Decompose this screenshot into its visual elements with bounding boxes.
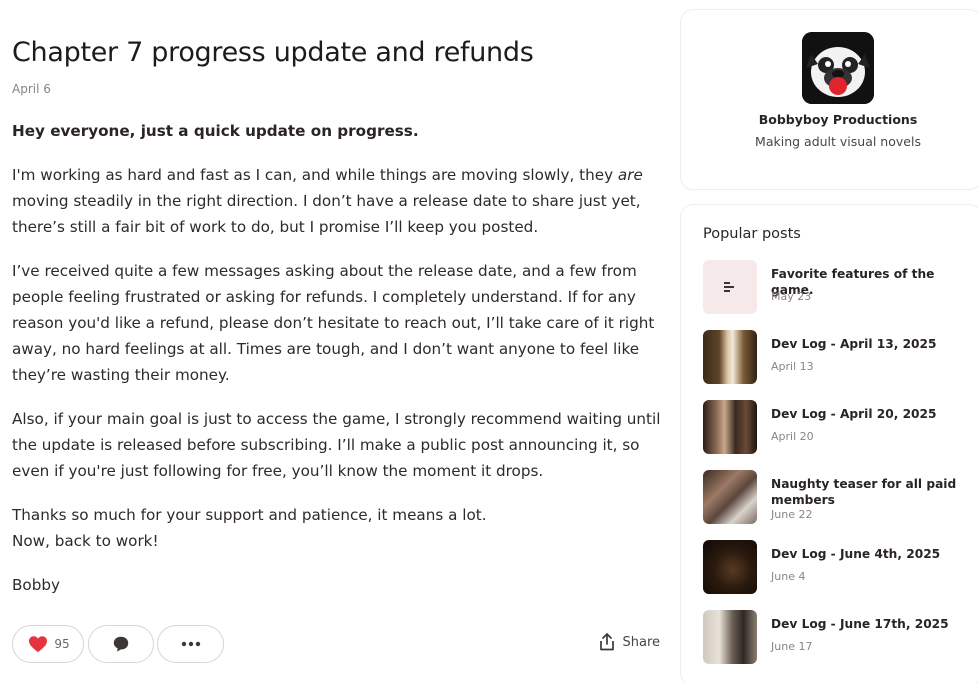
creator-tagline: Making adult visual novels — [755, 134, 921, 149]
popular-post-title: Naughty teaser for all paid members — [771, 477, 957, 507]
post-thumbnail-image — [703, 400, 757, 454]
popular-post-date: June 17 — [771, 640, 813, 653]
post-thumbnail-image — [703, 330, 757, 384]
popular-post-date: April 13 — [771, 360, 814, 373]
popular-post-date: May 23 — [771, 290, 812, 303]
post-paragraph: Also, if your main goal is just to acces… — [12, 410, 661, 480]
popular-post-item[interactable]: Dev Log - April 13, 2025 April 13 — [703, 330, 973, 384]
post-thumbnail-image — [703, 470, 757, 524]
post-paragraph: Thanks so much for your support and pati… — [12, 502, 662, 554]
popular-post-title: Dev Log - June 4th, 2025 — [771, 547, 941, 561]
popular-post-item[interactable]: Favorite features of the game. May 23 — [703, 260, 973, 314]
comment-icon — [113, 636, 129, 652]
creator-name[interactable]: Bobbyboy Productions — [681, 112, 978, 127]
popular-post-item[interactable]: Naughty teaser for all paid members June… — [703, 470, 973, 524]
post-signoff: Bobby — [12, 576, 60, 594]
popular-posts-card: Popular posts Favorite features of the g… — [681, 205, 978, 683]
popular-post-date: April 20 — [771, 430, 814, 443]
post-lead: Hey everyone, just a quick update on pro… — [12, 122, 419, 140]
pug-logo-icon — [802, 32, 874, 104]
post-title: Chapter 7 progress update and refunds — [12, 37, 534, 68]
post: Chapter 7 progress update and refunds Ap… — [12, 34, 662, 616]
post-paragraph: I’ve received quite a few messages askin… — [12, 262, 655, 384]
post-thumbnail-image — [703, 540, 757, 594]
popular-post-title: Dev Log - April 13, 2025 — [771, 337, 937, 351]
popular-post-title: Dev Log - June 17th, 2025 — [771, 617, 949, 631]
popular-post-title: Dev Log - April 20, 2025 — [771, 407, 937, 421]
post-paragraph: I'm working as hard and fast as I can, a… — [12, 162, 662, 240]
popular-post-item[interactable]: Dev Log - June 17th, 2025 June 17 — [703, 610, 973, 664]
post-actions: 95 Share — [12, 625, 662, 663]
share-icon — [600, 633, 615, 651]
popular-post-item[interactable]: Dev Log - June 4th, 2025 June 4 — [703, 540, 973, 594]
more-options-button[interactable] — [157, 625, 224, 663]
heart-icon — [29, 636, 48, 653]
share-label: Share — [622, 634, 660, 650]
post-text: I'm working as hard and fast as I can, a… — [12, 166, 618, 184]
popular-post-item[interactable]: Dev Log - April 20, 2025 April 20 — [703, 400, 973, 454]
popular-post-date: June 22 — [771, 508, 813, 521]
post-thumbnail-image — [703, 610, 757, 664]
post-text: Now, back to work! — [12, 532, 159, 550]
popular-post-date: June 4 — [771, 570, 806, 583]
post-body: Hey everyone, just a quick update on pro… — [12, 118, 662, 598]
like-button[interactable]: 95 — [12, 625, 84, 663]
post-date: April 6 — [12, 82, 51, 96]
post-text: Thanks so much for your support and pati… — [12, 506, 487, 524]
text-post-thumbnail — [703, 260, 757, 314]
more-icon — [181, 641, 200, 647]
post-emphasis: are — [617, 166, 643, 184]
popular-posts-title: Popular posts — [703, 226, 801, 242]
share-button[interactable]: Share — [599, 633, 660, 651]
comment-button[interactable] — [88, 625, 154, 663]
creator-avatar[interactable] — [802, 32, 874, 104]
post-text: moving steadily in the right direction. … — [12, 192, 641, 236]
text-post-icon — [724, 282, 734, 292]
like-count: 95 — [54, 637, 70, 651]
creator-card: Bobbyboy Productions Making adult visual… — [681, 10, 978, 189]
